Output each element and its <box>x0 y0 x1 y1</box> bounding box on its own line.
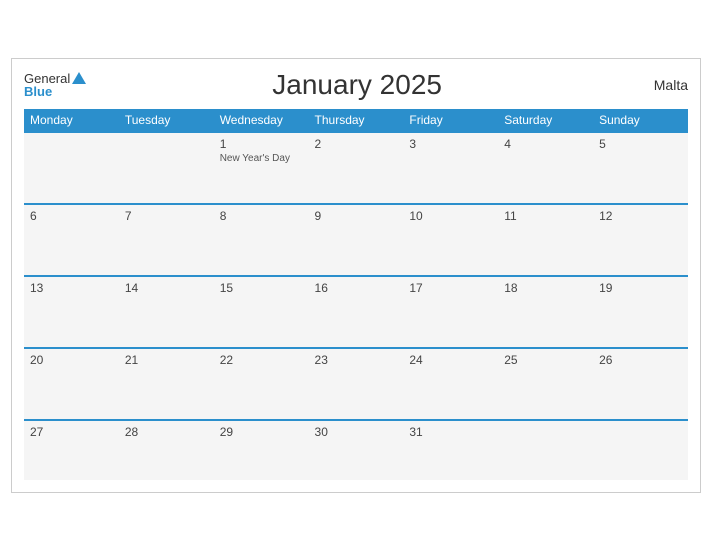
calendar-day-cell: 29 <box>214 420 309 480</box>
calendar-day-cell: 10 <box>403 204 498 276</box>
calendar-day-cell: 12 <box>593 204 688 276</box>
day-number: 20 <box>30 353 113 367</box>
logo-area: General Blue <box>24 72 86 98</box>
calendar-title: January 2025 <box>86 69 628 101</box>
weekday-header-wednesday: Wednesday <box>214 109 309 132</box>
calendar-day-cell: 31 <box>403 420 498 480</box>
day-number: 3 <box>409 137 492 151</box>
calendar-day-cell: 30 <box>309 420 404 480</box>
calendar-day-cell: 1 New Year's Day <box>214 132 309 204</box>
calendar-day-cell: 8 <box>214 204 309 276</box>
day-number: 6 <box>30 209 113 223</box>
calendar-day-cell: 24 <box>403 348 498 420</box>
calendar-day-cell <box>593 420 688 480</box>
calendar-week-row: 1 New Year's Day 2345 <box>24 132 688 204</box>
weekday-header-monday: Monday <box>24 109 119 132</box>
day-number: 19 <box>599 281 682 295</box>
logo-blue-text: Blue <box>24 85 86 98</box>
calendar-day-cell: 15 <box>214 276 309 348</box>
weekday-header-thursday: Thursday <box>309 109 404 132</box>
day-number: 1 <box>220 137 303 151</box>
calendar-day-cell: 26 <box>593 348 688 420</box>
day-number: 31 <box>409 425 492 439</box>
day-number: 22 <box>220 353 303 367</box>
calendar-week-row: 13 14 15 16 17 18 19 <box>24 276 688 348</box>
weekday-header-saturday: Saturday <box>498 109 593 132</box>
calendar-day-cell: 6 <box>24 204 119 276</box>
weekday-header-friday: Friday <box>403 109 498 132</box>
day-number: 25 <box>504 353 587 367</box>
calendar-week-row: 27 28 29 30 31 <box>24 420 688 480</box>
day-number: 17 <box>409 281 492 295</box>
calendar-day-cell: 23 <box>309 348 404 420</box>
calendar-country: Malta <box>628 77 688 93</box>
calendar-day-cell: 14 <box>119 276 214 348</box>
calendar-header: General Blue January 2025 Malta <box>24 69 688 101</box>
day-number: 2 <box>315 137 398 151</box>
day-event: New Year's Day <box>220 153 303 164</box>
calendar-day-cell: 16 <box>309 276 404 348</box>
day-number: 16 <box>315 281 398 295</box>
calendar-week-row: 20 21 22 23 24 25 26 <box>24 348 688 420</box>
calendar-day-cell: 2 <box>309 132 404 204</box>
calendar-grid: MondayTuesdayWednesdayThursdayFridaySatu… <box>24 109 688 480</box>
day-number: 26 <box>599 353 682 367</box>
day-number: 23 <box>315 353 398 367</box>
calendar-day-cell: 7 <box>119 204 214 276</box>
calendar-day-cell <box>498 420 593 480</box>
calendar-day-cell: 4 <box>498 132 593 204</box>
calendar-day-cell: 11 <box>498 204 593 276</box>
day-number: 29 <box>220 425 303 439</box>
day-number: 24 <box>409 353 492 367</box>
calendar-day-cell: 17 <box>403 276 498 348</box>
calendar-day-cell <box>119 132 214 204</box>
day-number: 8 <box>220 209 303 223</box>
day-number: 9 <box>315 209 398 223</box>
day-number: 15 <box>220 281 303 295</box>
day-number: 7 <box>125 209 208 223</box>
calendar-day-cell: 27 <box>24 420 119 480</box>
calendar-day-cell: 28 <box>119 420 214 480</box>
day-number: 28 <box>125 425 208 439</box>
weekday-header-sunday: Sunday <box>593 109 688 132</box>
weekday-header-tuesday: Tuesday <box>119 109 214 132</box>
day-number: 12 <box>599 209 682 223</box>
day-number: 5 <box>599 137 682 151</box>
calendar-week-row: 6789 10 11 12 <box>24 204 688 276</box>
weekday-header-row: MondayTuesdayWednesdayThursdayFridaySatu… <box>24 109 688 132</box>
day-number: 11 <box>504 209 587 223</box>
calendar-day-cell: 22 <box>214 348 309 420</box>
calendar-day-cell: 3 <box>403 132 498 204</box>
day-number: 18 <box>504 281 587 295</box>
day-number: 4 <box>504 137 587 151</box>
day-number: 30 <box>315 425 398 439</box>
calendar-day-cell: 19 <box>593 276 688 348</box>
calendar-day-cell: 25 <box>498 348 593 420</box>
calendar-wrapper: General Blue January 2025 Malta MondayTu… <box>11 58 701 493</box>
day-number: 27 <box>30 425 113 439</box>
day-number: 10 <box>409 209 492 223</box>
calendar-day-cell <box>24 132 119 204</box>
day-number: 14 <box>125 281 208 295</box>
calendar-day-cell: 20 <box>24 348 119 420</box>
day-number: 21 <box>125 353 208 367</box>
calendar-day-cell: 13 <box>24 276 119 348</box>
logo-general-text: General <box>24 72 70 85</box>
calendar-day-cell: 9 <box>309 204 404 276</box>
day-number: 13 <box>30 281 113 295</box>
logo-triangle-icon <box>72 72 86 84</box>
calendar-day-cell: 18 <box>498 276 593 348</box>
calendar-day-cell: 5 <box>593 132 688 204</box>
calendar-day-cell: 21 <box>119 348 214 420</box>
